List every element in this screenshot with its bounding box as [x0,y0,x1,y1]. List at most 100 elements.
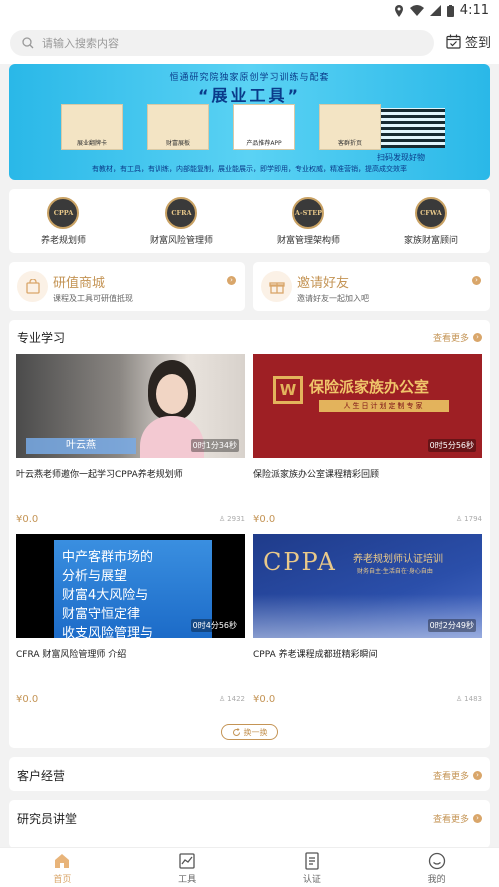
invite-title: 邀请好友 [297,276,350,291]
banner-product: 客群折页 [319,104,381,150]
view-more-link[interactable]: 查看更多 › [433,331,482,344]
video-duration: 0时4分56秒 [190,619,239,632]
course-title: 叶云燕老师邀你一起学习CPPA养老规划师 [16,470,183,480]
mall-icon [17,271,48,302]
view-count: ♙ 1794 [455,515,482,523]
presenter-face [156,374,188,414]
qr-code [381,108,445,148]
banner-product: 财富展板 [147,104,209,150]
view-more-link[interactable]: 查看更多 › [433,769,482,782]
status-icons: 4:11 [394,3,489,18]
mall-card[interactable]: 研值商城 课程及工具可研值抵现 › [9,262,245,311]
category-cfwa[interactable]: CFWA 家族财富顾问 [404,189,458,253]
refresh-button[interactable]: 换一换 [221,724,278,740]
brand-logo: W [273,376,303,404]
thumbnail-tagline: 财务自主·生活自在·身心自由 [357,568,433,575]
profile-icon [428,852,445,870]
thumbnail-cppa: CPPA [263,548,337,576]
astep-badge-icon: A-STEP [292,197,325,229]
promo-banner[interactable]: 恒通研究院独家原创学习训练与配套 “展业工具” 展业翻牌卡 财富展板 产品推荐A… [9,64,490,180]
home-icon [55,854,70,868]
person-icon: ♙ [455,515,463,523]
status-time: 4:11 [459,3,489,18]
mall-title: 研值商城 [53,276,106,291]
course-title: CFRA 财富风险管理师 介绍 [16,650,127,660]
category-label: 养老规划师 [40,236,86,246]
banner-product: 产品推荐APP [233,104,295,150]
thumbnail-subtitle: 养老规划师认证培训 [353,554,443,565]
status-bar: 4:11 [0,0,499,22]
professional-section: 专业学习 查看更多 › 叶云燕 0时1分34秒 叶云燕老师邀你一起学习CPPA养老… [9,320,490,748]
banner-footer: 有教材，有工具，有训练，内部能复制，展业能展示，即学即用，专业权威，精准营销，提… [92,165,407,173]
cfwa-badge-icon: CFWA [414,197,447,229]
cppa-badge-icon: CPPA [47,197,80,229]
invite-subtitle: 邀请好友一起加入吧 [297,294,369,303]
view-count: ♙ 2931 [218,515,245,523]
course-card[interactable]: W 保险派家族办公室 人生日计划定制专家 0时5分56秒 保险派家族办公室课程精… [253,354,482,525]
invite-card[interactable]: 邀请好友 邀请好友一起加入吧 › [253,262,490,311]
presenter-name: 叶云燕 [26,438,136,454]
course-thumbnail: 叶云燕 0时1分34秒 [16,354,245,458]
video-duration: 0时2分49秒 [427,619,476,632]
thumbnail-slogan: 人生日计划定制专家 [319,400,449,412]
battery-icon [446,4,454,17]
person-icon: ♙ [455,695,463,703]
course-title: 保险派家族办公室课程精彩回顾 [253,470,380,480]
section-title: 客户经营 [17,769,66,783]
section-title: 研究员讲堂 [17,812,78,826]
tab-tools[interactable]: 工具 [157,848,217,887]
certificate-icon [305,852,319,870]
category-cppa[interactable]: CPPA 养老规划师 [41,189,86,253]
search-input[interactable]: 请输入搜索内容 [10,30,434,56]
search-placeholder: 请输入搜索内容 [42,37,119,50]
course-price: ¥0.0 [16,694,39,705]
view-count: ♙ 1422 [218,695,245,703]
wifi-icon [409,5,424,16]
view-more-link[interactable]: 查看更多 › [433,812,482,825]
category-row: CPPA 养老规划师 CFRA 财富风险管理师 A-STEP 财富管理架构师 C… [9,189,490,253]
course-price: ¥0.0 [253,514,276,525]
section-title: 专业学习 [17,331,66,345]
banner-products: 展业翻牌卡 财富展板 产品推荐APP 客群折页 [61,104,381,150]
course-price: ¥0.0 [16,514,39,525]
chevron-right-icon: › [473,814,482,823]
lecture-section: 研究员讲堂 查看更多 › [9,800,490,848]
banner-title: “展业工具” [197,86,302,105]
top-bar: 请输入搜索内容 签到 [0,22,499,64]
course-thumbnail: 中产客群市场的 分析与展望 财富4大风险与 财富守恒定律 收支风险管理与 0时4… [16,534,245,638]
course-card[interactable]: CPPA 养老规划师认证培训 财务自主·生活自在·身心自由 0时2分49秒 CP… [253,534,482,705]
person-icon: ♙ [218,515,226,523]
thumbnail-brand: 保险派家族办公室 [309,378,430,396]
banner-product: 展业翻牌卡 [61,104,123,150]
course-thumbnail: W 保险派家族办公室 人生日计划定制专家 0时5分56秒 [253,354,482,458]
location-icon [394,4,403,17]
checkin-button[interactable]: 签到 [446,32,491,51]
chevron-right-icon: › [473,771,482,780]
course-card[interactable]: 叶云燕 0时1分34秒 叶云燕老师邀你一起学习CPPA养老规划师 ¥0.0 ♙ 2… [16,354,245,525]
tab-certification[interactable]: 认证 [282,848,342,887]
qr-caption: 扫码发现好物 [377,153,425,162]
tab-profile[interactable]: 我的 [407,848,467,887]
cfra-badge-icon: CFRA [165,197,198,229]
slide-text: 中产客群市场的 分析与展望 财富4大风险与 财富守恒定律 收支风险管理与 [62,550,154,638]
course-card[interactable]: 中产客群市场的 分析与展望 财富4大风险与 财富守恒定律 收支风险管理与 0时4… [16,534,245,705]
course-title: CPPA 养老课程成都班精彩瞬间 [253,650,378,660]
course-thumbnail: CPPA 养老规划师认证培训 财务自主·生活自在·身心自由 0时2分49秒 [253,534,482,638]
category-label: 财富风险管理师 [149,236,213,246]
checkin-label: 签到 [465,36,492,51]
chevron-right-icon: › [473,333,482,342]
chevron-right-icon: › [472,276,481,285]
view-count: ♙ 1483 [455,695,482,703]
video-duration: 0时5分56秒 [427,439,476,452]
calendar-check-icon [446,34,461,49]
person-icon: ♙ [218,695,226,703]
category-astep[interactable]: A-STEP 财富管理架构师 [277,189,340,253]
chart-icon [179,853,195,869]
search-icon [22,37,34,49]
course-price: ¥0.0 [253,694,276,705]
video-duration: 0时1分34秒 [190,439,239,452]
customer-section: 客户经营 查看更多 › [9,757,490,791]
tab-home[interactable]: 首页 [32,848,92,887]
gift-icon [261,271,292,302]
category-cfra[interactable]: CFRA 财富风险管理师 [150,189,213,253]
